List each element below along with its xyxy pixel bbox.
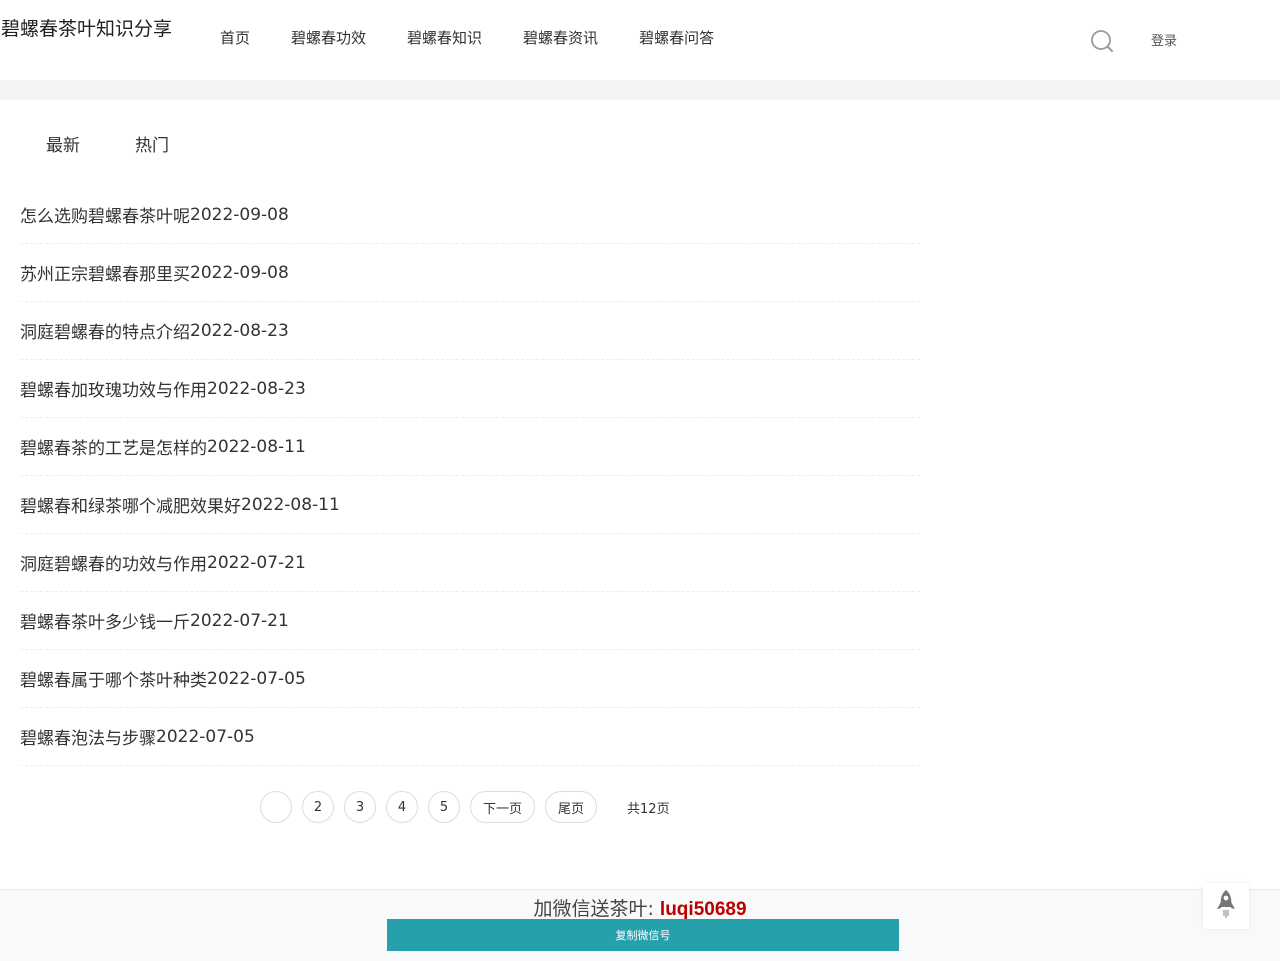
- article-title: 苏州正宗碧螺春那里买: [20, 265, 190, 285]
- tab-popular[interactable]: 热门: [135, 131, 169, 156]
- article-date: 2022-08-11: [241, 494, 340, 515]
- article-item[interactable]: 碧螺春属于哪个茶叶种类 2022-07-05: [20, 650, 920, 708]
- tab-latest[interactable]: 最新: [46, 131, 80, 156]
- article-date: 2022-08-23: [207, 378, 306, 399]
- article-title: 碧螺春茶的工艺是怎样的: [20, 439, 207, 459]
- login-link[interactable]: 登录: [1151, 30, 1177, 49]
- copy-wechat-button[interactable]: 复制微信号: [387, 919, 899, 951]
- pagination: 2 3 4 5 下一页 尾页 共12页: [260, 791, 670, 823]
- rocket-icon: [1215, 889, 1237, 923]
- search-icon[interactable]: [1090, 29, 1114, 53]
- article-list: 怎么选购碧螺春茶叶呢 2022-09-08 苏州正宗碧螺春那里买 2022-09-0…: [20, 186, 920, 766]
- page-current[interactable]: [260, 791, 292, 823]
- nav-item-qa[interactable]: 碧螺春问答: [639, 27, 714, 48]
- article-title: 碧螺春属于哪个茶叶种类: [20, 671, 207, 691]
- article-date: 2022-09-08: [190, 204, 289, 225]
- article-date: 2022-07-21: [207, 552, 306, 573]
- article-date: 2022-07-21: [190, 610, 289, 631]
- article-item[interactable]: 洞庭碧螺春的功效与作用 2022-07-21: [20, 534, 920, 592]
- page-3[interactable]: 3: [344, 791, 376, 823]
- article-item[interactable]: 碧螺春泡法与步骤 2022-07-05: [20, 708, 920, 766]
- site-title[interactable]: 碧螺春茶叶知识分享: [1, 14, 172, 41]
- wechat-prefix: 加微信送茶叶:: [533, 898, 660, 920]
- page-4[interactable]: 4: [386, 791, 418, 823]
- header-divider: [0, 80, 1280, 100]
- page-2[interactable]: 2: [302, 791, 334, 823]
- nav-item-efficacy[interactable]: 碧螺春功效: [291, 27, 366, 48]
- article-item[interactable]: 怎么选购碧螺春茶叶呢 2022-09-08: [20, 186, 920, 244]
- page-5[interactable]: 5: [428, 791, 460, 823]
- article-title: 洞庭碧螺春的特点介绍: [20, 323, 190, 343]
- article-item[interactable]: 苏州正宗碧螺春那里买 2022-09-08: [20, 244, 920, 302]
- list-tabs: 最新 热门: [46, 131, 224, 156]
- article-date: 2022-07-05: [207, 668, 306, 689]
- nav-item-home[interactable]: 首页: [220, 27, 250, 48]
- wechat-promo: 加微信送茶叶: luqi50689: [0, 894, 1280, 921]
- article-title: 碧螺春加玫瑰功效与作用: [20, 381, 207, 401]
- article-title: 碧螺春茶叶多少钱一斤: [20, 613, 190, 633]
- nav-item-news[interactable]: 碧螺春资讯: [523, 27, 598, 48]
- last-page-button[interactable]: 尾页: [545, 791, 598, 823]
- next-page-button[interactable]: 下一页: [470, 791, 536, 823]
- article-item[interactable]: 碧螺春加玫瑰功效与作用 2022-08-23: [20, 360, 920, 418]
- wechat-id: luqi50689: [659, 899, 747, 920]
- page-total: 共12页: [627, 801, 670, 817]
- article-date: 2022-09-08: [190, 262, 289, 283]
- back-to-top-button[interactable]: [1203, 883, 1249, 929]
- article-date: 2022-08-23: [190, 320, 289, 341]
- nav-item-knowledge[interactable]: 碧螺春知识: [407, 27, 482, 48]
- article-item[interactable]: 碧螺春茶的工艺是怎样的 2022-08-11: [20, 418, 920, 476]
- article-date: 2022-08-11: [207, 436, 306, 457]
- article-date: 2022-07-05: [156, 726, 255, 747]
- article-item[interactable]: 洞庭碧螺春的特点介绍 2022-08-23: [20, 302, 920, 360]
- main-nav: 首页 碧螺春功效 碧螺春知识 碧螺春资讯 碧螺春问答: [220, 27, 755, 48]
- article-item[interactable]: 碧螺春和绿茶哪个减肥效果好 2022-08-11: [20, 476, 920, 534]
- article-title: 碧螺春泡法与步骤: [20, 729, 156, 749]
- article-title: 碧螺春和绿茶哪个减肥效果好: [20, 497, 241, 517]
- article-title: 洞庭碧螺春的功效与作用: [20, 555, 207, 575]
- article-title: 怎么选购碧螺春茶叶呢: [20, 207, 190, 227]
- header: 碧螺春茶叶知识分享 首页 碧螺春功效 碧螺春知识 碧螺春资讯 碧螺春问答 登录: [0, 0, 1280, 80]
- article-item[interactable]: 碧螺春茶叶多少钱一斤 2022-07-21: [20, 592, 920, 650]
